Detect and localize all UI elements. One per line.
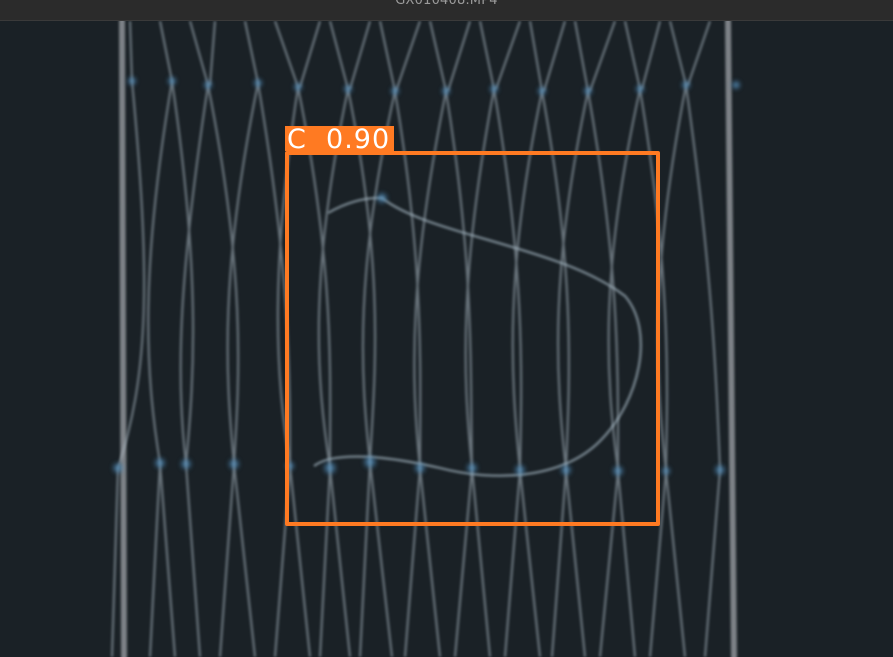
video-frame[interactable]: C 0.90 [0,21,893,657]
window-titlebar[interactable]: GX010408.MP4 [0,0,893,21]
detection-bounding-box [285,151,660,526]
detection-label: C 0.90 [285,126,395,151]
window-title: GX010408.MP4 [395,0,498,8]
video-player-window: GX010408.MP4 C 0.90 [0,0,893,657]
